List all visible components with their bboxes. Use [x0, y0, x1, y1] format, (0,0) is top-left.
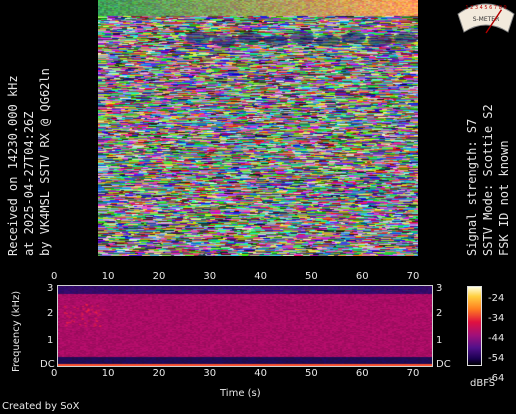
y-axis-label: Frequency (kHz)	[11, 290, 22, 372]
x-axis-label: Time (s)	[220, 388, 261, 399]
x-tick-label: 70	[406, 368, 420, 379]
footer-credit: Created by SoX	[2, 401, 80, 412]
x-tick-label: 40	[254, 271, 267, 282]
x-tick-label: 10	[101, 368, 115, 379]
x-tick-label: 20	[152, 368, 166, 379]
y-tick-label-right: 1	[436, 335, 443, 346]
colorbar	[467, 286, 482, 366]
x-tick-label: 60	[355, 368, 369, 379]
y-tick-label: DC	[40, 359, 55, 370]
y-tick-label-right: 3	[436, 283, 443, 294]
x-tick-label: 50	[305, 271, 318, 282]
sstv-noise-canvas	[98, 0, 418, 256]
y-tick-label: 2	[47, 308, 54, 319]
received-caption-line1: Received on 14230.000 kHz	[6, 75, 20, 256]
y-tick-label: 1	[47, 335, 54, 346]
y-tick-label-right: 2	[436, 308, 443, 319]
colorbar-tick-label: -44	[488, 333, 505, 344]
x-tick-label: 40	[254, 368, 267, 379]
spectrogram-plot	[57, 285, 433, 367]
s-meter-gauge: 1 2 3 4 5 6 7 8 9 S-METER	[457, 3, 515, 34]
x-tick-label: 30	[203, 271, 217, 282]
x-tick-label: 10	[101, 271, 115, 282]
spectrogram-canvas	[58, 286, 432, 366]
signal-strength-text: Signal strength: S7	[465, 118, 479, 256]
received-caption-line3: by VK4MSL SSTV RX @ QG62ln	[38, 68, 52, 256]
y-tick-label-right: DC	[436, 359, 451, 370]
x-tick-label: 20	[152, 271, 166, 282]
colorbar-tick-label: -34	[488, 313, 505, 324]
colorbar-tick-label: -54	[488, 353, 505, 364]
sstv-image	[98, 0, 418, 256]
received-caption-line2: at 2025-04-27T04:26Z	[22, 111, 36, 257]
sstv-mode-text: SSTV Mode: Scottie S2	[481, 104, 495, 256]
y-tick-label: 3	[47, 283, 54, 294]
x-tick-label: 0	[51, 271, 58, 282]
x-tick-label: 50	[305, 368, 318, 379]
x-tick-label: 30	[203, 368, 217, 379]
fsk-id-text: FSK ID not known	[497, 140, 511, 256]
x-tick-label: 60	[355, 271, 369, 282]
x-tick-label: 70	[406, 271, 420, 282]
colorbar-unit: dBFS	[470, 378, 496, 389]
colorbar-tick-label: -24	[488, 293, 505, 304]
